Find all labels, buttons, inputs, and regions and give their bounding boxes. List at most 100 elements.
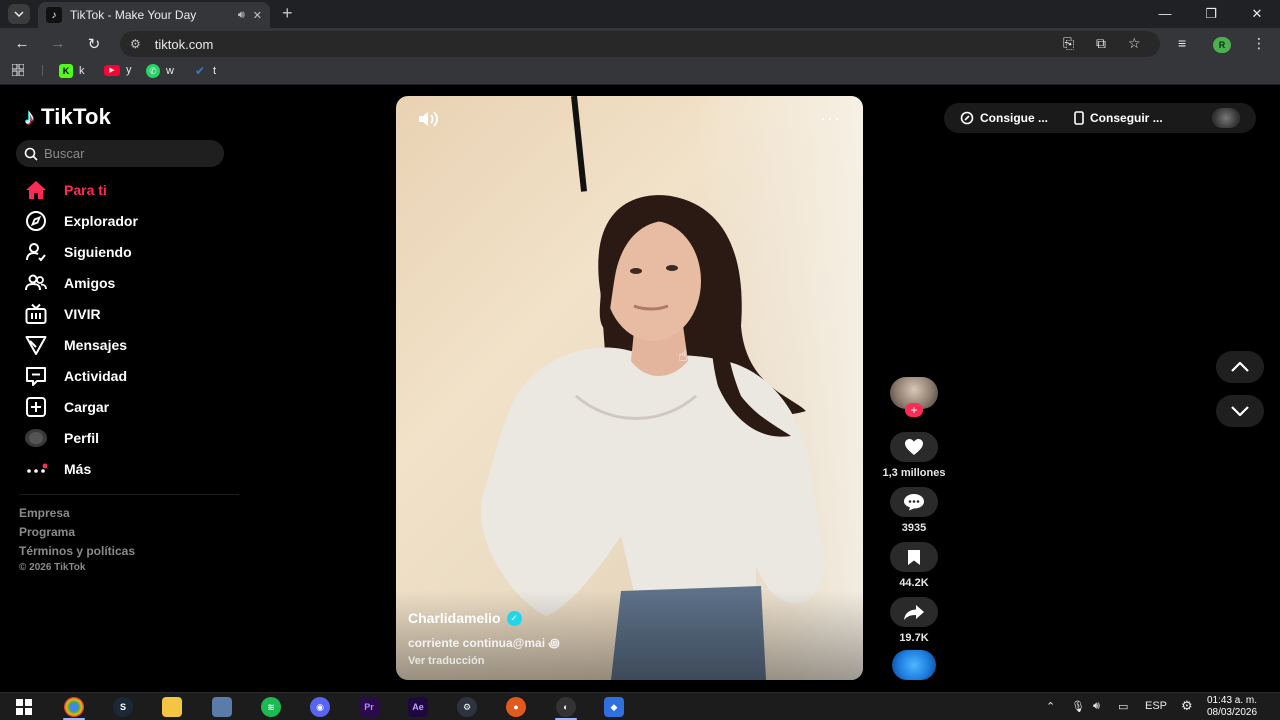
after-effects-icon[interactable]: Ae [408,697,428,717]
search-box[interactable] [16,140,224,167]
volume-tray-icon[interactable]: 🔊︎ [1093,700,1100,713]
minimize-icon[interactable]: — [1157,6,1173,21]
search-input[interactable] [44,146,214,161]
bookmark-youtube[interactable]: ▶ y [104,64,132,76]
media-control-icon[interactable]: ≡ [1178,35,1186,51]
system-clock[interactable]: 01:43 a. m. 08/03/2026 [1204,695,1260,719]
restore-icon[interactable]: ❐ [1203,6,1219,22]
tab-search-button[interactable] [8,4,30,24]
nav-label: Perfil [64,430,100,446]
nav-item-siguiendo[interactable]: Siguiendo [24,240,132,264]
file-explorer-icon[interactable] [162,697,182,717]
bookmark-twitch[interactable]: ✔ t [193,64,216,78]
close-window-icon[interactable]: ✕ [1249,6,1265,22]
creator-avatar[interactable]: + [890,377,938,425]
spotify-icon[interactable]: ≋ [261,697,281,717]
tiktok-favicon-icon: ♪ [46,7,62,23]
search-icon [24,147,38,161]
follow-plus-icon[interactable]: + [905,403,923,417]
remote-app-icon[interactable]: ◆ [604,697,624,717]
steam-icon[interactable]: S [113,697,133,717]
home-icon [24,178,48,202]
browser-toolbar: ← → ↻ ⚙ tiktok.com ⎘ ⧉ ☆ ≡ ⋮ [0,28,1280,60]
video-author[interactable]: Charlidamelio ✓ [408,610,522,626]
discord-icon[interactable]: ◉ [310,697,330,717]
bookmark-kick[interactable]: K k [59,64,85,78]
video-player[interactable]: ··· Charlidamelio ✓ corriente continua@m… [396,96,863,680]
obs-icon[interactable]: ◐ [556,697,576,717]
music-disc-icon[interactable] [892,650,936,680]
apps-grid-icon[interactable] [12,64,24,76]
nav-item-mensajes[interactable]: Mensajes [24,333,127,357]
language-indicator[interactable]: ESP [1145,700,1167,712]
photos-icon[interactable] [212,697,232,717]
settings-tray-icon[interactable]: ⚙ [1181,698,1193,714]
share-arrow-icon [904,604,924,620]
bookmark-whatsapp[interactable]: ✆ w [146,64,174,78]
chrome-icon[interactable] [64,697,84,717]
microphone-app-icon[interactable]: ● [506,697,526,717]
footer-link-terminos[interactable]: Términos y políticas [19,544,135,558]
whatsapp-icon: ✆ [146,64,160,78]
see-translation-link[interactable]: Ver traducción [408,655,484,667]
network-icon[interactable]: ▭ [1118,700,1128,713]
close-tab-icon[interactable]: ✕ [253,9,262,22]
more-icon [24,457,48,481]
get-app-button[interactable]: Conseguir ... [1074,111,1163,125]
back-arrow-icon[interactable]: ← [13,35,31,52]
bookmark-star-icon[interactable]: ☆ [1128,35,1141,52]
volume-icon[interactable] [418,110,440,128]
translate-icon[interactable]: ⎘ [1063,35,1074,52]
url-text: tiktok.com [154,36,214,52]
nav-item-amigos[interactable]: Amigos [24,271,115,295]
site-settings-icon[interactable]: ⚙ [130,37,141,51]
like-button[interactable] [890,432,938,462]
install-app-icon[interactable]: ⧉ [1096,35,1106,52]
previous-video-button[interactable] [1216,351,1264,383]
video-more-options-icon[interactable]: ··· [820,108,841,129]
microphone-tray-icon[interactable]: 🎙︎ [1071,700,1085,713]
windows-start-icon[interactable] [14,697,34,717]
clock-date: 08/03/2026 [1206,707,1258,718]
address-bar[interactable]: ⚙ tiktok.com [120,31,1160,57]
settings-gear-app-icon[interactable]: ⚙ [457,697,477,717]
save-button[interactable] [890,542,938,572]
user-avatar[interactable] [1212,108,1240,128]
nav-label: Cargar [64,399,110,415]
comment-button[interactable] [890,487,938,517]
reload-icon[interactable]: ↻ [85,35,103,53]
twitch-icon: ✔ [194,64,206,78]
bookmark-label: t [213,65,217,77]
speaker-icon[interactable]: 🔊︎ [238,9,245,22]
footer-link-programa[interactable]: Programa [19,525,75,539]
nav-item-para-ti[interactable]: Para ti [24,178,107,202]
get-coins-button[interactable]: Consigue ... [960,111,1048,125]
get-coins-label: Consigue ... [980,111,1049,125]
next-video-button[interactable] [1216,395,1264,427]
verified-badge-icon: ✓ [506,610,522,626]
nav-item-mas[interactable]: Más [24,457,91,481]
tray-overflow-icon[interactable]: ⌃ [1046,700,1055,713]
bookmarks-bar: | K k ▶ y ✆ w ✔ t [0,60,1280,85]
activity-icon [24,364,48,388]
nav-item-explorador[interactable]: Explorador [24,209,138,233]
upload-icon [24,395,48,419]
footer-link-empresa[interactable]: Empresa [19,506,70,520]
nav-label: Mensajes [64,337,128,353]
nav-item-vivir[interactable]: VIVIR [24,302,101,326]
save-count: 44.2K [899,577,929,589]
active-tab[interactable]: ♪ TikTok - Make Your Day 🔊︎ ✕ [38,2,270,28]
tiktok-logo[interactable]: ♪ TikTok [24,104,111,130]
nav-item-actividad[interactable]: Actividad [24,364,127,388]
new-tab-button[interactable]: + [282,4,293,22]
profile-avatar[interactable]: R [1213,37,1231,53]
share-button[interactable] [890,597,938,627]
nav-item-perfil[interactable]: Perfil [24,426,99,450]
nav-item-cargar[interactable]: Cargar [24,395,109,419]
forward-arrow-icon[interactable]: → [49,35,67,52]
comment-count: 3935 [901,522,927,534]
bookmarks-separator: | [41,64,44,76]
premiere-pro-icon[interactable]: Pr [359,697,379,717]
browser-menu-icon[interactable]: ⋮ [1252,35,1266,52]
bookmark-label: k [79,65,85,77]
